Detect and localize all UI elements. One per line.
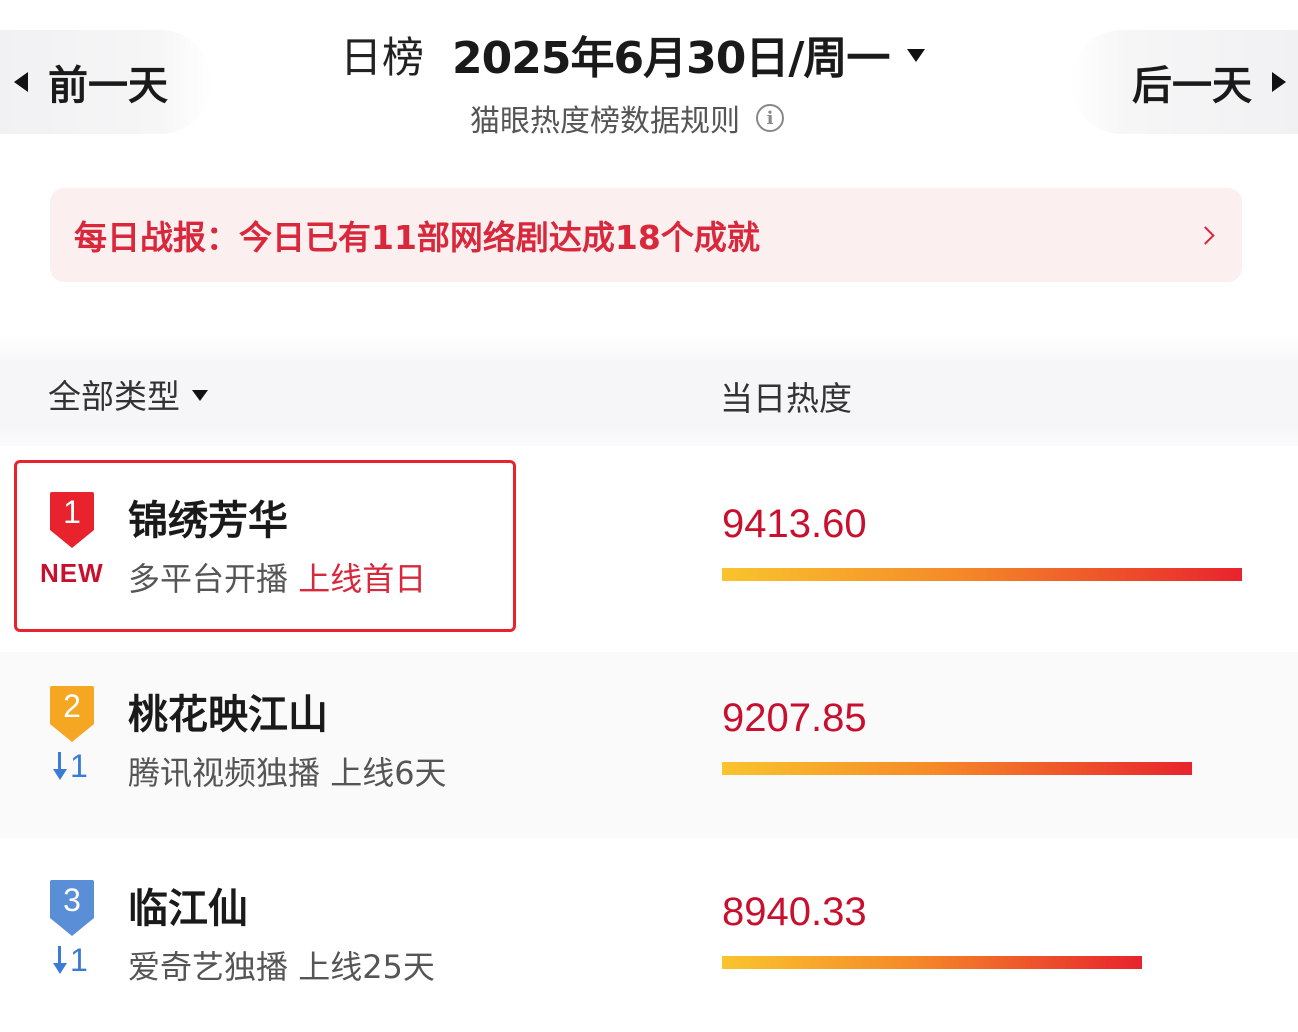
heat-value: 9413.60 bbox=[722, 502, 867, 546]
ranking-row-2[interactable]: 2 1 桃花映江山 腾讯视频独播 上线6天 9207.85 bbox=[0, 652, 1298, 838]
prev-day-label: 前一天 bbox=[48, 63, 168, 109]
daily-report-banner[interactable]: 每日战报：今日已有11部网络剧达成18个成就 bbox=[50, 188, 1242, 282]
heat-bar bbox=[722, 956, 1142, 969]
data-rules-link[interactable]: 猫眼热度榜数据规则 i bbox=[470, 96, 784, 140]
show-title: 桃花映江山 bbox=[128, 692, 328, 738]
chevron-right-icon bbox=[1196, 225, 1215, 245]
show-subtitle: 腾讯视频独播 上线6天 bbox=[128, 748, 447, 794]
show-subtitle: 爱奇艺独播 上线25天 bbox=[128, 942, 435, 988]
rank-change: 1 bbox=[52, 942, 88, 979]
release-text: 上线首日 bbox=[298, 560, 427, 598]
new-entry-tag: NEW bbox=[40, 558, 104, 588]
rank-number: 3 bbox=[63, 882, 81, 918]
ranking-row-3[interactable]: 3 1 临江仙 爱奇艺独播 上线25天 8940.33 bbox=[0, 846, 1298, 1032]
platform-text: 爱奇艺独播 bbox=[128, 948, 289, 986]
show-title: 锦绣芳华 bbox=[128, 498, 288, 544]
type-filter-dropdown[interactable]: 全部类型 bbox=[48, 370, 208, 418]
column-header-bar: 全部类型 当日热度 bbox=[0, 336, 1298, 446]
show-subtitle: 多平台开播 上线首日 bbox=[128, 554, 426, 600]
rank-change-value: 1 bbox=[70, 942, 88, 978]
rank-number: 2 bbox=[63, 688, 81, 724]
date-selector[interactable]: 日榜 2025年6月30日/周一 bbox=[340, 22, 960, 86]
next-day-label: 后一天 bbox=[1132, 63, 1252, 109]
release-text: 上线6天 bbox=[330, 754, 447, 792]
heat-bar bbox=[722, 762, 1192, 775]
caret-down-icon bbox=[192, 389, 208, 401]
arrow-down-icon bbox=[52, 945, 67, 976]
heat-column-header: 当日热度 bbox=[720, 379, 852, 418]
rank-badge: 2 bbox=[48, 684, 96, 744]
heat-bar bbox=[722, 568, 1242, 581]
release-text: 上线25天 bbox=[298, 948, 435, 986]
prev-day-button[interactable]: 前一天 bbox=[0, 30, 212, 134]
rank-badge: 3 bbox=[48, 878, 96, 938]
heat-value: 8940.33 bbox=[722, 890, 867, 934]
heat-value: 9207.85 bbox=[722, 696, 867, 740]
platform-text: 多平台开播 bbox=[128, 560, 289, 598]
rank-change-value: 1 bbox=[70, 748, 88, 784]
arrow-down-icon bbox=[52, 751, 67, 782]
daily-report-text: 每日战报：今日已有11部网络剧达成18个成就 bbox=[74, 218, 760, 257]
rank-change: 1 bbox=[52, 748, 88, 785]
ranking-row-1[interactable]: 1 NEW 锦绣芳华 多平台开播 上线首日 9413.60 bbox=[0, 458, 1298, 644]
show-title: 临江仙 bbox=[128, 886, 248, 932]
caret-left-icon bbox=[14, 72, 28, 92]
caret-right-icon bbox=[1272, 72, 1286, 92]
platform-text: 腾讯视频独播 bbox=[128, 754, 321, 792]
info-icon: i bbox=[756, 104, 784, 132]
rank-badge: 1 bbox=[48, 490, 96, 550]
chart-type-label: 日榜 bbox=[340, 32, 425, 82]
caret-down-icon bbox=[907, 48, 926, 62]
next-day-button[interactable]: 后一天 bbox=[1070, 30, 1298, 134]
type-filter-label: 全部类型 bbox=[48, 377, 180, 416]
current-date: 2025年6月30日/周一 bbox=[452, 33, 890, 84]
rank-number: 1 bbox=[63, 494, 81, 530]
data-rules-text: 猫眼热度榜数据规则 bbox=[470, 104, 740, 139]
